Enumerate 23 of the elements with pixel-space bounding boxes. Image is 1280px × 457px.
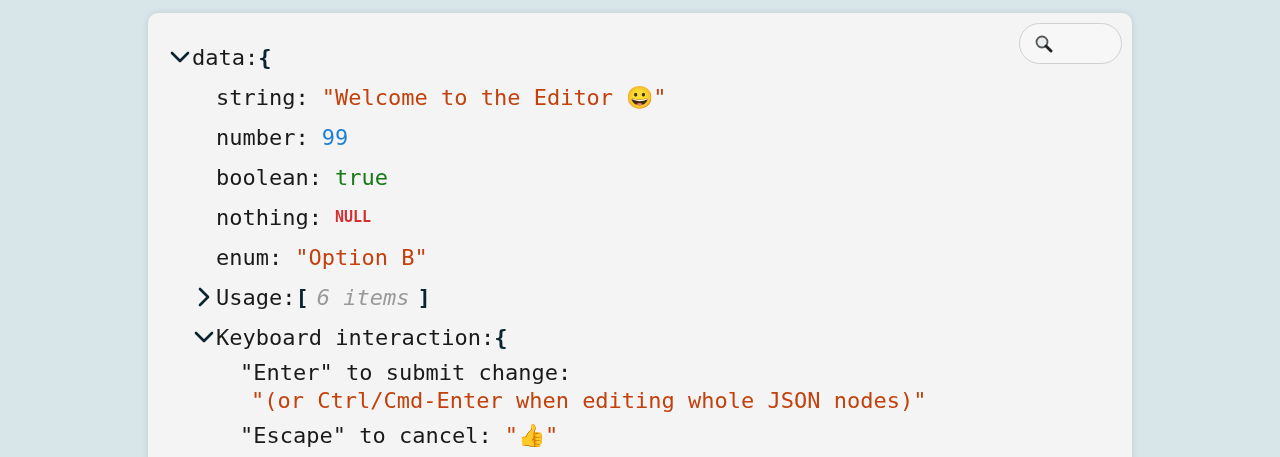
value-text[interactable]: "Option B" bbox=[295, 240, 428, 274]
key-label: data: bbox=[192, 43, 259, 72]
key-label: Usage: bbox=[216, 283, 296, 312]
value-text[interactable]: NULL bbox=[334, 205, 372, 229]
value-text[interactable]: "Welcome to the Editor 😀" bbox=[321, 80, 667, 114]
key-label: enum: bbox=[216, 243, 283, 272]
key-label: Keyboard interaction: bbox=[216, 323, 495, 352]
bracket: { bbox=[494, 323, 508, 352]
key-label: "Escape" to cancel: bbox=[240, 421, 492, 450]
key-label: number: bbox=[216, 123, 309, 152]
key-label: nothing: bbox=[216, 203, 322, 232]
item-count: 6 items bbox=[316, 283, 410, 312]
bracket: [ bbox=[295, 283, 309, 312]
bracket: ] bbox=[417, 283, 431, 312]
key-label: "Enter" to submit change: bbox=[240, 359, 573, 387]
search-icon bbox=[1034, 33, 1054, 54]
value-text[interactable]: 99 bbox=[321, 120, 349, 154]
bracket: { bbox=[258, 43, 272, 72]
value-text[interactable]: "(or Ctrl/Cmd-Enter when editing whole JSON nodes)" bbox=[251, 387, 1132, 415]
key-label: boolean: bbox=[216, 163, 322, 192]
key-label: string: bbox=[216, 83, 309, 112]
search-field[interactable] bbox=[1019, 23, 1122, 64]
value-text[interactable]: true bbox=[334, 160, 388, 194]
